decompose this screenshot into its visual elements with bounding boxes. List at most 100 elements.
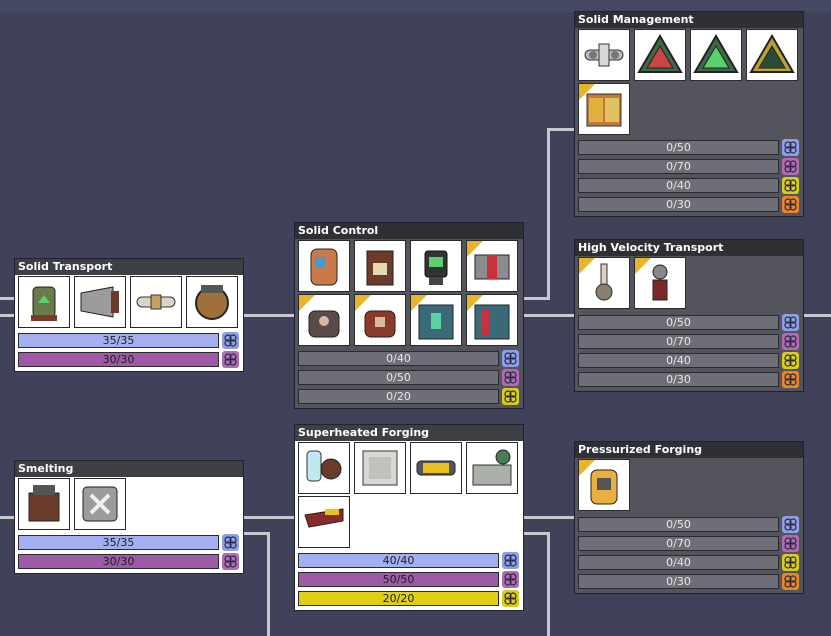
metal-refinery-item[interactable] xyxy=(18,478,70,530)
hazard-rail-item[interactable] xyxy=(410,442,462,494)
rail-receptacle-item[interactable] xyxy=(634,257,686,309)
research-progress-label: 0/40 xyxy=(666,354,691,367)
conveyor-meter-icon xyxy=(584,43,624,67)
connector-left-transport-b xyxy=(0,314,14,317)
new-ribbon-icon xyxy=(411,295,427,311)
research-progress-label: 0/30 xyxy=(666,373,691,386)
tech-card-high-velocity-transport[interactable]: High Velocity Transport 0/50 0/70 0/40 0/30 xyxy=(574,239,804,392)
connector-forging-down-v xyxy=(547,532,550,636)
research-progress-label: 40/40 xyxy=(382,554,415,567)
research-progress-label: 30/30 xyxy=(102,353,135,366)
solid-sensor-icon xyxy=(424,250,448,285)
card-title: Solid Control xyxy=(295,223,523,239)
card-title: Pressurized Forging xyxy=(575,442,803,458)
auto-sweeper-item[interactable] xyxy=(186,276,238,328)
connector-management-in xyxy=(547,128,575,131)
workbench-item[interactable] xyxy=(466,442,518,494)
rail-sensor-red-item[interactable] xyxy=(634,29,686,81)
tech-card-pressurized-forging[interactable]: Pressurized Forging 0/50 0/70 0/40 0/30 xyxy=(574,441,804,594)
research-bar-interstellar: 20/20 xyxy=(298,591,499,606)
research-bar-advanced: 0/70 xyxy=(578,334,779,349)
conveyor-loader-item[interactable] xyxy=(18,276,70,328)
research-bar-advanced: 50/50 xyxy=(298,572,499,587)
conveyor-meter-item[interactable] xyxy=(578,29,630,81)
research-advanced-icon xyxy=(502,571,519,588)
heavy-wire-icon xyxy=(304,508,344,528)
solid-bridge-item[interactable] xyxy=(298,294,350,346)
conveyor-chute-icon xyxy=(310,248,338,286)
tech-card-solid-management[interactable]: Solid Management 0/50 0/70 0/40 0/30 xyxy=(574,11,804,217)
research-bar-interstellar: 0/40 xyxy=(578,178,779,193)
tech-card-solid-control[interactable]: Solid Control 0/40 0/50 0/20 xyxy=(294,222,524,409)
conveyor-chute-item[interactable] xyxy=(298,240,350,292)
research-bar-basic: 0/50 xyxy=(578,517,779,532)
connector-management-vertical xyxy=(547,128,550,300)
tech-card-solid-transport[interactable]: Solid Transport 35/35 30/30 xyxy=(14,258,244,372)
research-advanced-icon xyxy=(222,351,239,368)
tile-block-item[interactable] xyxy=(354,442,406,494)
conveyor-rail-item[interactable] xyxy=(130,276,182,328)
research-progress-label: 0/40 xyxy=(666,556,691,569)
new-ribbon-icon xyxy=(467,295,483,311)
research-basic-icon xyxy=(782,139,799,156)
glass-forge-item[interactable] xyxy=(74,478,126,530)
connector-smelting-forging xyxy=(243,516,295,519)
research-progress-label: 35/35 xyxy=(102,334,135,347)
research-bar-basic: 35/35 xyxy=(18,535,219,550)
conveyor-loader-icon xyxy=(31,286,57,321)
solid-filter-item[interactable] xyxy=(354,240,406,292)
research-progress-label: 0/30 xyxy=(666,575,691,588)
new-ribbon-icon xyxy=(579,84,595,100)
research-bar-orbital: 0/30 xyxy=(578,574,779,589)
tech-card-smelting[interactable]: Smelting 35/35 30/30 xyxy=(14,460,244,574)
tile-block-icon xyxy=(362,450,398,486)
kiln-glass-item[interactable] xyxy=(298,442,350,494)
glass-forge-icon xyxy=(82,486,118,522)
connector-left-transport-a xyxy=(0,297,14,300)
auto-sweeper-icon xyxy=(195,285,229,320)
card-title: Superheated Forging xyxy=(295,425,523,441)
research-bar-interstellar: 0/40 xyxy=(578,555,779,570)
hazard-rail-icon xyxy=(416,460,456,476)
connector-smelting-down-v xyxy=(267,532,270,636)
solid-sensor-item[interactable] xyxy=(410,240,462,292)
research-progress-label: 0/30 xyxy=(666,198,691,211)
research-advanced-icon xyxy=(502,369,519,386)
research-progress-label: 50/50 xyxy=(382,573,415,586)
conveyor-rail-icon xyxy=(136,294,176,310)
connector-velocity-out xyxy=(804,314,831,317)
heavy-wire-item[interactable] xyxy=(298,496,350,548)
research-progress-label: 0/50 xyxy=(666,518,691,531)
research-bar-basic: 35/35 xyxy=(18,333,219,348)
diamond-press-item[interactable] xyxy=(578,459,630,511)
tech-card-superheated-forging[interactable]: Superheated Forging 40/40 50/50 20/20 xyxy=(294,424,524,611)
connector-left-smelting xyxy=(0,516,14,519)
connector-forging-pressurized xyxy=(523,516,575,519)
research-interstellar-icon xyxy=(782,554,799,571)
rail-launcher-item[interactable] xyxy=(578,257,630,309)
connector-control-velocity xyxy=(523,314,575,317)
research-progress-label: 0/50 xyxy=(666,316,691,329)
research-bar-advanced: 30/30 xyxy=(18,352,219,367)
new-ribbon-icon xyxy=(579,460,595,476)
research-bar-basic: 0/50 xyxy=(578,140,779,155)
card-title: Solid Transport xyxy=(15,259,243,275)
rail-sensor-green-item[interactable] xyxy=(690,29,742,81)
solid-storage-rack-item[interactable] xyxy=(578,83,630,135)
research-bar-orbital: 0/30 xyxy=(578,372,779,387)
research-progress-label: 0/70 xyxy=(666,335,691,348)
smart-storage-item[interactable] xyxy=(410,294,462,346)
conveyor-shutoff-item[interactable] xyxy=(466,240,518,292)
research-bar-interstellar: 0/40 xyxy=(578,353,779,368)
solid-meter-item[interactable] xyxy=(354,294,406,346)
workbench-icon xyxy=(472,449,512,486)
research-advanced-icon xyxy=(782,333,799,350)
research-progress-label: 0/40 xyxy=(386,352,411,365)
rail-sensor-yellow-item[interactable] xyxy=(746,29,798,81)
solid-locker-item[interactable] xyxy=(466,294,518,346)
research-basic-icon xyxy=(782,516,799,533)
research-bar-advanced: 0/50 xyxy=(298,370,499,385)
conveyor-receptacle-item[interactable] xyxy=(74,276,126,328)
research-bar-basic: 0/50 xyxy=(578,315,779,330)
connector-forging-down-h xyxy=(523,532,550,535)
